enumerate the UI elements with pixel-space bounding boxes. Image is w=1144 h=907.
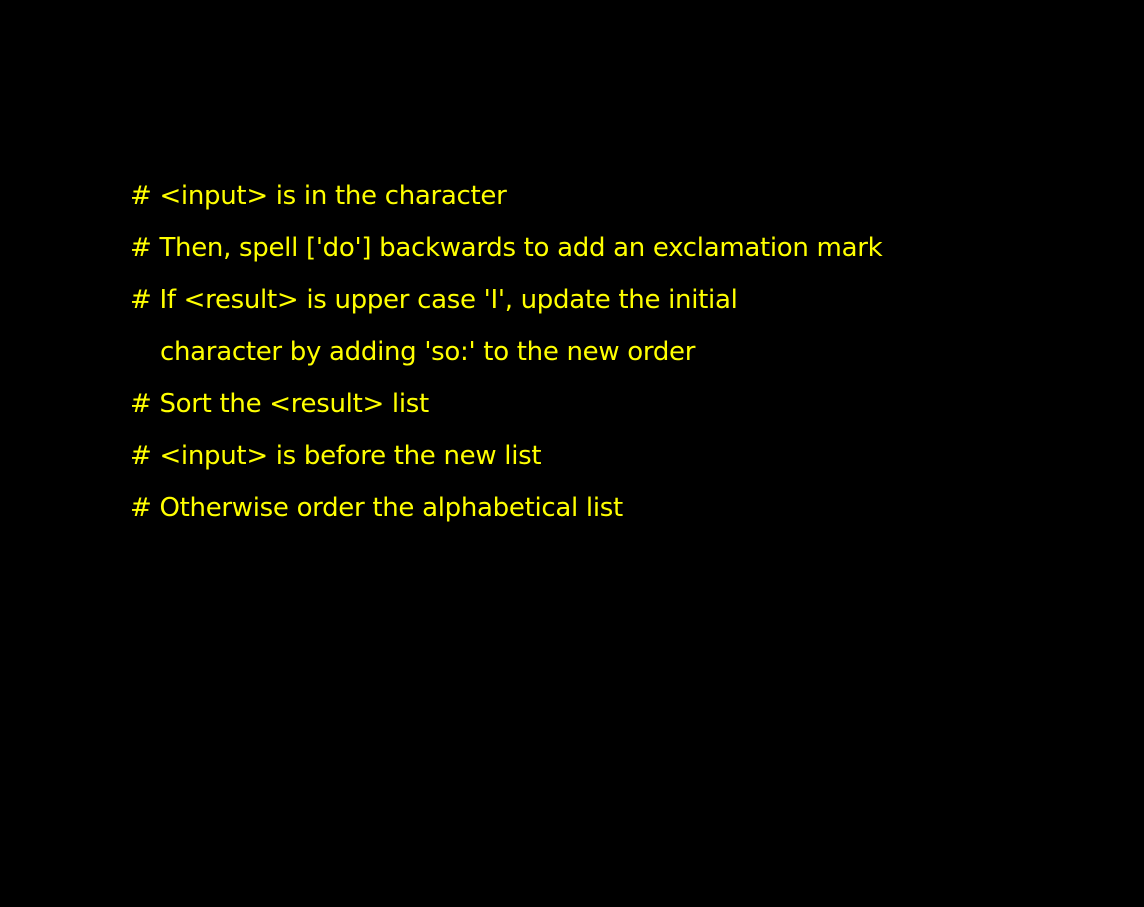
comment-line-3: # If <result> is upper case 'I', update … xyxy=(130,285,738,315)
comment-line-4: # Sort the <result> list xyxy=(130,389,429,419)
comment-line-5: # <input> is before the new list xyxy=(130,441,542,471)
canvas: # <input> is in the character # Then, sp… xyxy=(0,0,1144,907)
comment-line-6: # Otherwise order the alphabetical list xyxy=(130,493,623,523)
comment-line-2: # Then, spell ['do'] backwards to add an… xyxy=(130,233,883,263)
comment-block: # <input> is in the character # Then, sp… xyxy=(130,170,1110,534)
comment-line-3-continuation: character by adding 'so:' to the new ord… xyxy=(160,337,696,367)
comment-line-1: # <input> is in the character xyxy=(130,181,507,211)
